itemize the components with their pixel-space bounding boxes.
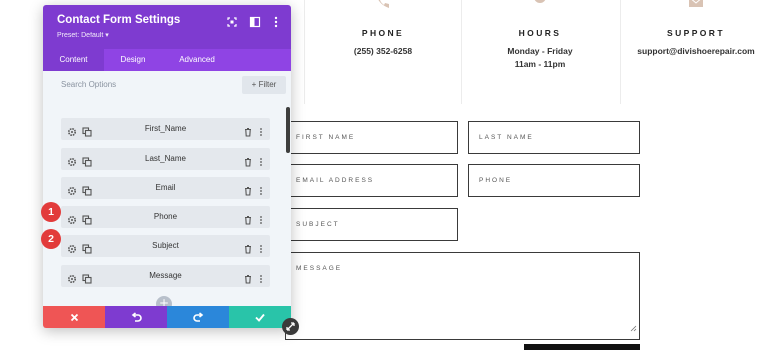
hours-times: 11am - 11pm [514,59,566,69]
step-badge-1: 1 [41,202,61,222]
more-options-icon[interactable] [256,241,266,253]
subject-field[interactable]: SUBJECT [285,208,458,241]
hours-days: Monday - Friday [507,46,573,56]
more-options-icon[interactable] [256,154,266,166]
item-label: Message [149,271,182,280]
trash-icon[interactable] [243,183,253,196]
tab-content[interactable]: Content [43,49,104,71]
list-item-phone[interactable]: Phone [61,206,270,228]
list-item-first-name[interactable]: First_Name [61,118,270,140]
subject-placeholder: SUBJECT [296,221,340,228]
search-options-bar: Search Options + Filter [43,71,291,101]
item-label: Phone [153,212,178,221]
last-name-placeholder: LAST NAME [479,134,534,141]
field-list: First_Name Last_Name Email Phone Subject… [43,101,291,312]
last-name-field[interactable]: LAST NAME [468,121,640,154]
close-icon [70,313,78,321]
tab-advanced[interactable]: Advanced [163,49,231,71]
support-title: SUPPORT [667,28,725,38]
envelope-icon [688,0,704,14]
support-email[interactable]: support@divishoerepair.com [621,45,768,58]
resize-arrows-icon [286,322,295,331]
preset-dropdown[interactable]: Preset: Default ▾ [57,31,109,39]
more-options-icon[interactable] [256,212,266,224]
filter-button[interactable]: + Filter [242,76,286,94]
fullscreen-icon[interactable] [226,15,238,27]
trash-icon[interactable] [243,124,253,137]
more-options-icon[interactable] [256,124,266,136]
trash-icon[interactable] [243,271,253,284]
split-view-icon[interactable] [249,15,261,28]
filter-label: Filter [258,80,277,89]
more-options-icon[interactable] [270,15,282,28]
search-options-input[interactable]: Search Options [61,80,116,89]
hours-text: Monday - Friday 11am - 11pm [462,45,618,71]
phone-field[interactable]: PHONE [468,164,640,197]
item-label: Email [155,183,176,192]
email-placeholder: EMAIL ADDRESS [296,177,375,184]
trash-icon[interactable] [243,241,253,254]
trash-icon[interactable] [243,212,253,225]
trash-icon[interactable] [243,154,253,167]
phone-number: (255) 352-6258 [353,46,413,56]
list-item-message[interactable]: Message [61,265,270,287]
message-placeholder: MESSAGE [296,265,343,272]
list-item-subject[interactable]: Subject [61,235,270,257]
email-field[interactable]: EMAIL ADDRESS [285,164,458,197]
tab-design[interactable]: Design [105,49,161,71]
item-label: First_Name [144,124,187,133]
item-label: Subject [152,241,179,250]
phone-title: PHONE [361,28,405,38]
contact-form-settings-modal: Contact Form Settings Preset: Default ▾ … [43,5,291,328]
redo-button[interactable] [167,306,229,328]
clock-icon [533,0,547,14]
modal-footer [43,306,291,328]
cancel-button[interactable] [43,306,105,328]
list-item-last-name[interactable]: Last_Name [61,148,270,170]
redo-icon [192,311,203,322]
resize-handle[interactable] [282,318,299,335]
resize-grip-icon[interactable] [630,319,637,337]
list-item-email[interactable]: Email [61,177,270,199]
first-name-field[interactable]: FIRST NAME [285,121,458,154]
more-options-icon[interactable] [256,271,266,283]
scrollbar[interactable] [286,107,290,153]
submit-button[interactable] [524,344,640,350]
undo-icon [131,311,142,322]
undo-button[interactable] [105,306,167,328]
tab-bar: Content Design Advanced [43,49,291,71]
first-name-placeholder: FIRST NAME [296,134,356,141]
plus-icon: + [251,80,259,89]
modal-header: Contact Form Settings Preset: Default ▾ [43,5,291,49]
phone-icon [376,0,390,14]
item-label: Last_Name [145,154,186,163]
phone-placeholder: PHONE [479,177,513,184]
checkmark-icon [255,313,265,322]
hours-title: HOURS [518,28,562,38]
message-field[interactable]: MESSAGE [285,252,640,340]
more-options-icon[interactable] [256,183,266,195]
step-badge-2: 2 [41,229,61,249]
modal-title: Contact Form Settings [57,14,181,26]
